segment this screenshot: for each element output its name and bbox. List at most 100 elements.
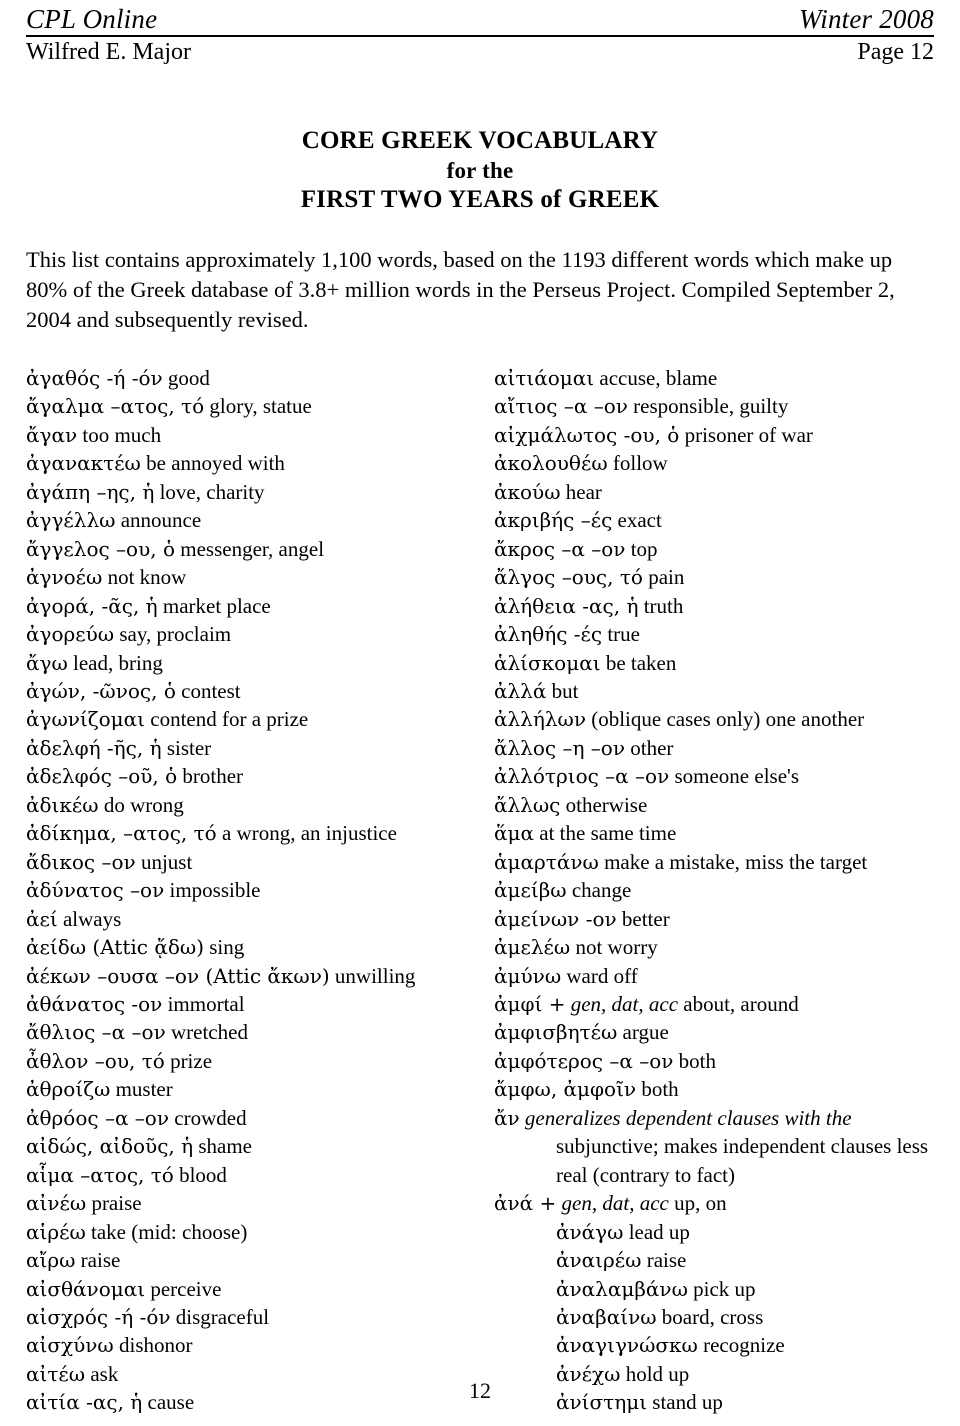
entry-gloss: shame <box>198 1134 253 1159</box>
entry-gloss: immortal <box>167 991 245 1016</box>
footer-page-number: 12 <box>469 1378 491 1403</box>
vocabulary-entry: ἅμα at the same time <box>494 819 934 847</box>
entry-greek-headword: ἀνάγω <box>556 1219 624 1244</box>
vocabulary-entry: ἀληθής -ές true <box>494 620 934 648</box>
entry-gloss: impossible <box>169 878 261 903</box>
vocabulary-entry: ἀναβαίνω board, cross <box>494 1303 934 1331</box>
entry-gloss: other <box>630 735 674 760</box>
vocabulary-entry: αἰσχρός -ή -όν disgraceful <box>26 1303 480 1331</box>
vocabulary-entry: ἀγγέλλω announce <box>26 506 480 534</box>
entry-greek-headword: ἀκολουθέω <box>494 451 608 476</box>
vocabulary-entry: αἰδώς, αἰδοῦς, ἡ shame <box>26 1132 480 1160</box>
entry-gloss: sing <box>209 935 245 960</box>
author-name: Wilfred E. Major <box>26 39 191 66</box>
entry-gloss: blood <box>179 1162 227 1187</box>
entry-gloss-italic: generalizes dependent clauses with the <box>524 1105 852 1130</box>
entry-greek-headword: ἄθλιος –α –ον <box>26 1020 166 1045</box>
entry-gloss: dishonor <box>119 1333 193 1358</box>
entry-gloss: lead up <box>628 1219 690 1244</box>
entry-gloss: contest <box>181 678 241 703</box>
entry-gloss: recognize <box>703 1333 785 1358</box>
entry-greek-headword: ἄλλος –η –ον <box>494 735 625 760</box>
entry-greek-headword: ἀναλαμβάνω <box>556 1276 688 1301</box>
entry-gloss: true <box>607 622 640 647</box>
entry-greek-headword: ἀνά + <box>494 1191 557 1216</box>
vocabulary-columns: ἀγαθός -ή -όν good ἄγαλμα –ατος, τό glory… <box>26 364 934 1417</box>
entry-gloss: accuse, blame <box>599 366 718 390</box>
entry-greek-headword: αἴτιος –α –ον <box>494 394 628 419</box>
entry-gloss: raise <box>646 1248 687 1273</box>
entry-greek-headword: ἀγών, -ῶνος, ὁ <box>26 678 176 703</box>
entry-gloss: announce <box>120 508 202 533</box>
entry-greek-headword: ἀμύνω <box>494 963 562 988</box>
entry-gloss: not worry <box>575 935 658 960</box>
vocabulary-entry: ἄκρος –α –ον top <box>494 535 934 563</box>
entry-gloss: make a mistake, miss the target <box>604 849 868 874</box>
entry-greek-headword: ἀθρόος –α –ον <box>26 1105 170 1130</box>
entry-gloss-italic: gen, dat, acc <box>561 1191 669 1216</box>
entry-greek-headword: ἄγγελος –ου, ὁ <box>26 536 176 561</box>
vocabulary-entry: ἄγω lead, bring <box>26 649 480 677</box>
vocabulary-entry: ἄγαν too much <box>26 421 480 449</box>
entry-greek-headword: ἀναιρέω <box>556 1248 642 1273</box>
entry-gloss: top <box>630 536 658 561</box>
entry-gloss: exact <box>617 508 662 533</box>
vocabulary-entry: ἀλλήλων (oblique cases only) one another <box>494 705 934 733</box>
entry-gloss: crowded <box>174 1105 247 1130</box>
vocabulary-entry: ἀθρόος –α –ον crowded <box>26 1104 480 1132</box>
entry-greek-headword: ἀλλήλων <box>494 707 586 732</box>
vocabulary-entry: ἄγγελος –ου, ὁ messenger, angel <box>26 535 480 563</box>
entry-gloss: at the same time <box>539 821 677 846</box>
vocabulary-entry: ἀέκων –ουσα –ον (Attic ἄκων) unwilling <box>26 962 480 990</box>
entry-greek-headword: ἀγανακτέω <box>26 451 141 476</box>
header-divider <box>26 35 934 38</box>
entry-gloss: be annoyed with <box>146 451 285 476</box>
entry-greek-headword: αἰσχύνω <box>26 1333 114 1358</box>
entry-greek-headword: ἄν <box>494 1105 520 1130</box>
vocabulary-entry: ἁμαρτάνω make a mistake, miss the target <box>494 848 934 876</box>
vocabulary-entry: αἰσχύνω dishonor <box>26 1331 480 1359</box>
vocabulary-entry: ἀδύνατος –ον impossible <box>26 876 480 904</box>
vocabulary-entry: ἀγνοέω not know <box>26 563 480 591</box>
vocabulary-entry: ἀμελέω not worry <box>494 933 934 961</box>
entry-gloss: wretched <box>170 1020 248 1045</box>
entry-greek-headword: ἀγωνίζομαι <box>26 707 145 732</box>
vocabulary-entry: αἴρω raise <box>26 1246 480 1274</box>
vocabulary-entry: ἄδικος –ον unjust <box>26 848 480 876</box>
entry-gloss: argue <box>622 1020 669 1045</box>
entry-greek-headword: ἀμείβω <box>494 878 567 903</box>
vocabulary-entry: ἀνά + gen, dat, acc up, on <box>494 1189 934 1217</box>
entry-greek-headword: ἄλγος –ους, τό <box>494 565 643 590</box>
vocabulary-entry: ἀναιρέω raise <box>494 1246 934 1274</box>
entry-greek-headword: ἀδικέω <box>26 792 99 817</box>
vocabulary-column-right: αἰτιάομαι accuse, blame αἴτιος –α –ον res… <box>480 364 934 1417</box>
vocabulary-entry: ἆθλον –ου, τό prize <box>26 1047 480 1075</box>
entry-greek-headword: ἀμφότερος –α –ον <box>494 1048 674 1073</box>
entry-gloss: pick up <box>693 1276 756 1301</box>
entry-greek-headword: ἀγγέλλω <box>26 508 116 533</box>
entry-greek-headword: ἀναβαίνω <box>556 1304 657 1329</box>
entry-gloss: board, cross <box>661 1304 764 1329</box>
entry-gloss: change <box>571 878 632 903</box>
entry-gloss: hear <box>565 479 602 504</box>
entry-gloss: take (mid: choose) <box>91 1219 248 1244</box>
entry-greek-headword: ἀναγιγνώσκω <box>556 1333 698 1358</box>
entry-gloss: ward off <box>566 963 638 988</box>
entry-gloss: brother <box>182 764 244 789</box>
document-page: CPL Online Winter 2008 Wilfred E. Major … <box>0 0 960 1426</box>
vocabulary-entry: ἀγάπη –ης, ἡ love, charity <box>26 478 480 506</box>
vocabulary-entry: αἰτιάομαι accuse, blame <box>494 364 934 392</box>
vocabulary-entry: ἀμφότερος –α –ον both <box>494 1047 934 1075</box>
entry-gloss: someone else's <box>674 764 799 789</box>
vocabulary-entry: ἀνάγω lead up <box>494 1218 934 1246</box>
entry-greek-headword: αἰσθάνομαι <box>26 1276 146 1301</box>
vocabulary-entry: ἄλλος –η –ον other <box>494 734 934 762</box>
entry-greek-headword: ἀκριβής –ές <box>494 508 613 533</box>
entry-gloss: prisoner of war <box>684 422 813 447</box>
entry-gloss: contend for a prize <box>150 707 309 732</box>
page-label: Page 12 <box>857 39 934 66</box>
entry-greek-headword: ἄμφω, ἀμφοῖν <box>494 1077 637 1102</box>
entry-greek-headword: ἀγορεύω <box>26 622 115 647</box>
entry-greek-headword: αἰνέω <box>26 1191 87 1216</box>
vocabulary-entry: ἄν generalizes dependent clauses with th… <box>494 1104 934 1132</box>
